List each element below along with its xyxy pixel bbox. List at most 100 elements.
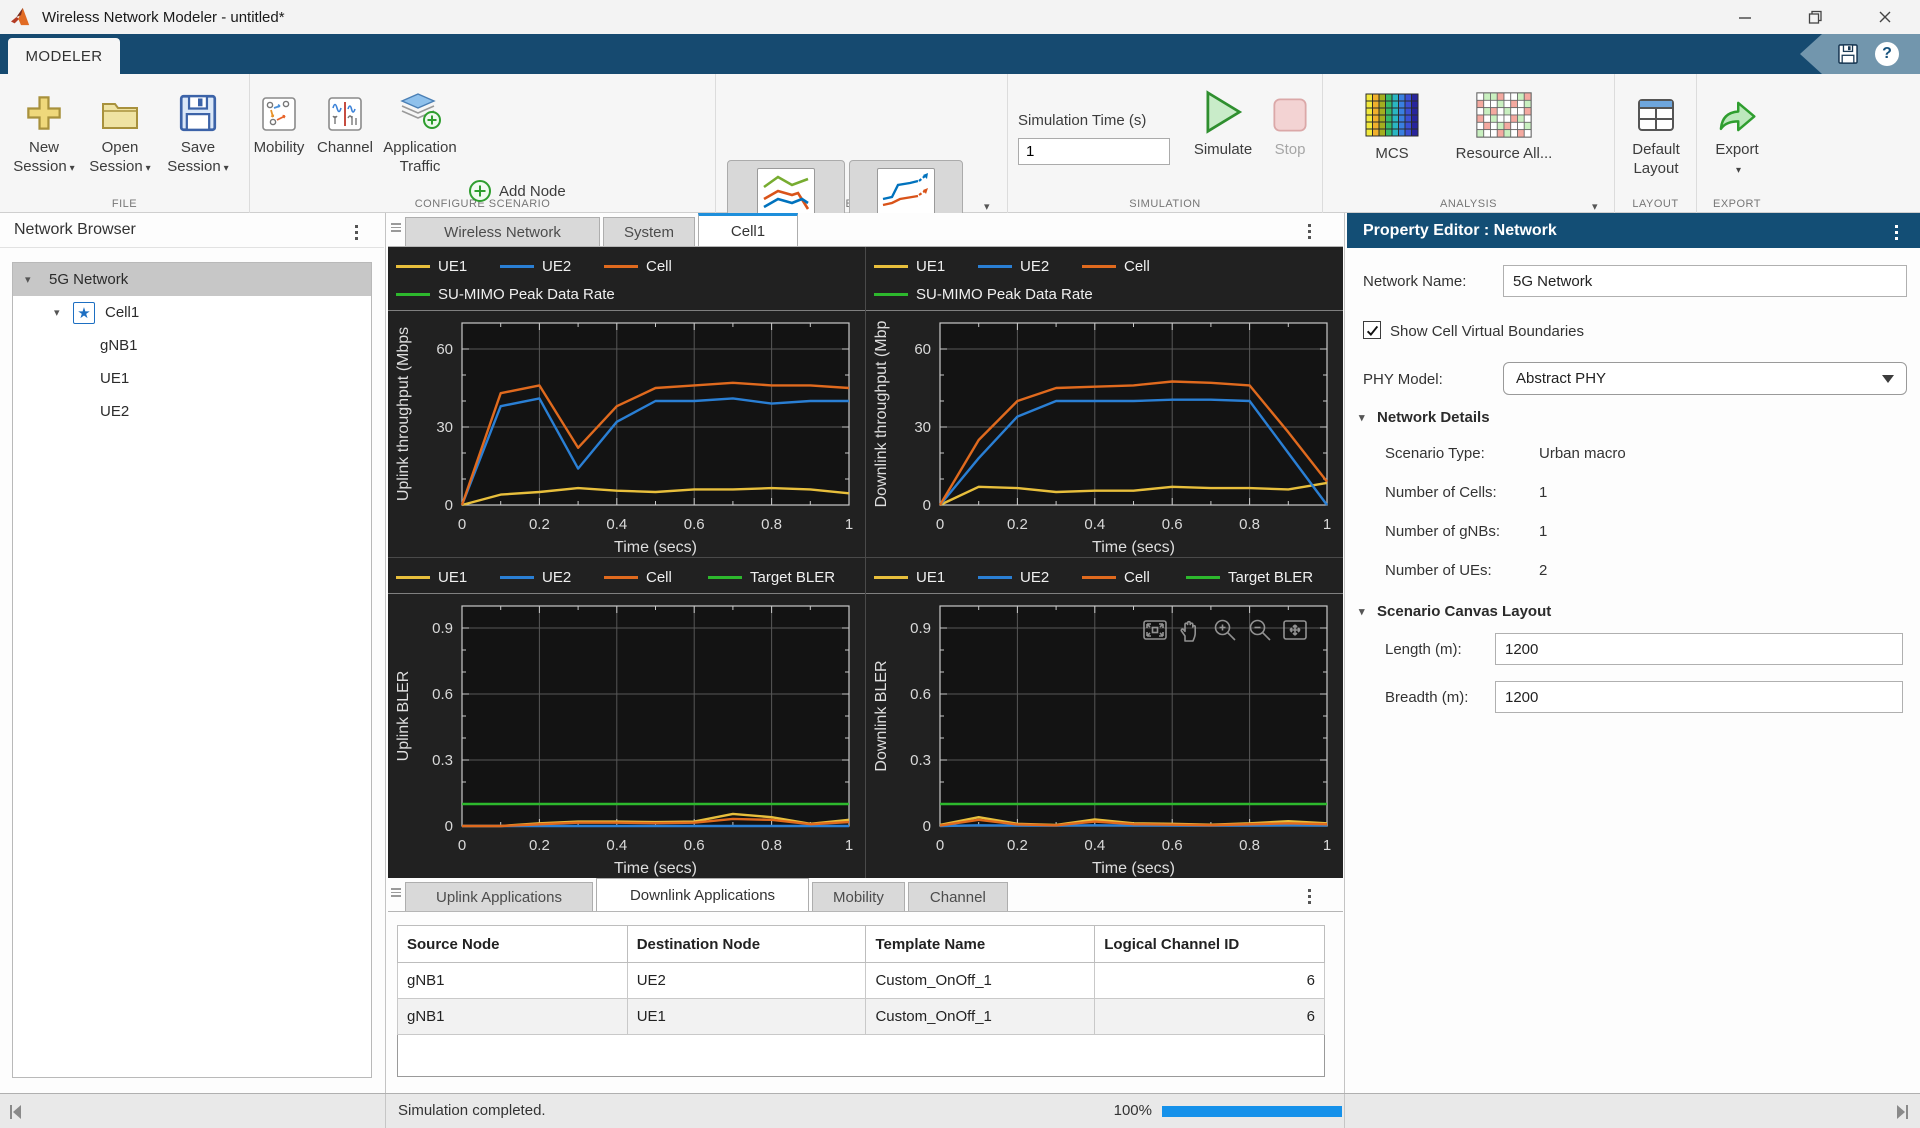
panel-splitter[interactable]: [385, 213, 386, 1093]
mcs-grid-icon: [1364, 92, 1420, 138]
chevron-down-icon: ▾: [70, 163, 75, 174]
section-scenario-canvas-layout[interactable]: ▾ Scenario Canvas Layout: [1359, 603, 1551, 620]
table-cell[interactable]: 6: [1095, 963, 1325, 999]
legend-line-sample: [874, 293, 908, 296]
svg-text:30: 30: [436, 419, 453, 436]
tree-item-ue1[interactable]: UE1: [13, 362, 371, 395]
plot-tabs-menu-icon[interactable]: [1304, 220, 1315, 243]
collapse-left-panel-icon[interactable]: [8, 1104, 24, 1120]
table-row[interactable]: gNB1UE2Custom_OnOff_16: [398, 963, 1325, 999]
legend-label: UE1: [438, 565, 467, 590]
restore-view-icon[interactable]: [1141, 616, 1169, 644]
table-cell[interactable]: UE1: [627, 999, 866, 1035]
pan-icon[interactable]: [1176, 616, 1204, 644]
table-cell[interactable]: gNB1: [398, 999, 628, 1035]
collapse-arrow-icon[interactable]: ▾: [54, 306, 68, 319]
tab-mobility[interactable]: Mobility: [812, 882, 905, 911]
plot-tab-bar: Wireless Network System Cell1: [388, 213, 1343, 247]
live-plots-gallery-dropdown-icon[interactable]: ▾: [984, 200, 990, 213]
column-header[interactable]: Source Node: [398, 926, 628, 963]
bottom-tabs-menu-icon[interactable]: [1304, 885, 1315, 908]
length-input[interactable]: [1495, 633, 1903, 665]
plot-axes-area[interactable]: 00.20.40.60.8103060Time (secs)Uplink thr…: [388, 311, 865, 557]
button-label: Simulate: [1194, 141, 1252, 158]
save-session-button[interactable]: Save Session▾: [162, 86, 234, 178]
new-session-button[interactable]: New Session ▾: [8, 86, 80, 178]
help-icon[interactable]: ?: [1875, 42, 1899, 66]
tree-item-cell1[interactable]: ▾ ★ Cell1: [13, 296, 371, 329]
table-cell[interactable]: Custom_OnOff_1: [866, 999, 1095, 1035]
resource-allocation-button[interactable]: Resource All...: [1448, 92, 1560, 163]
show-boundaries-checkbox[interactable]: [1363, 321, 1381, 339]
uplink-throughput-plot[interactable]: UE1UE2CellSU-MIMO Peak Data Rate 00.20.4…: [388, 247, 865, 557]
table-cell[interactable]: Custom_OnOff_1: [866, 963, 1095, 999]
network-name-input[interactable]: [1503, 265, 1907, 297]
application-traffic-button[interactable]: Application Traffic: [378, 86, 462, 176]
plot-axes-area[interactable]: 00.20.40.60.8100.30.60.9Time (secs)Uplin…: [388, 594, 865, 878]
table-cell[interactable]: UE2: [627, 963, 866, 999]
breadth-input[interactable]: [1495, 681, 1903, 713]
breadth-label: Breadth (m):: [1385, 689, 1468, 706]
restore-icon[interactable]: [1780, 0, 1850, 34]
tree-item-label: UE1: [100, 370, 129, 387]
svg-text:Time (secs): Time (secs): [614, 539, 697, 556]
svg-text:0.4: 0.4: [606, 837, 627, 854]
table-cell[interactable]: gNB1: [398, 963, 628, 999]
analysis-gallery-dropdown-icon[interactable]: ▾: [1592, 200, 1598, 213]
simulate-button[interactable]: Simulate: [1184, 88, 1262, 159]
tree-item-ue2[interactable]: UE2: [13, 395, 371, 428]
downlink-throughput-plot[interactable]: UE1UE2CellSU-MIMO Peak Data Rate 00.20.4…: [866, 247, 1343, 557]
phy-model-dropdown[interactable]: Abstract PHY: [1503, 362, 1907, 395]
mcs-button[interactable]: MCS: [1352, 92, 1432, 163]
tab-modeler[interactable]: MODELER: [8, 38, 120, 74]
section-network-details[interactable]: ▾ Network Details: [1359, 409, 1490, 426]
table-row[interactable]: gNB1UE1Custom_OnOff_16: [398, 999, 1325, 1035]
collapse-right-panel-icon[interactable]: [1894, 1104, 1910, 1120]
table-cell[interactable]: 6: [1095, 999, 1325, 1035]
column-header[interactable]: Logical Channel ID: [1095, 926, 1325, 963]
chevron-down-icon: ▾: [224, 163, 229, 174]
add-node-button[interactable]: Add Node: [468, 179, 566, 203]
fit-view-icon[interactable]: [1281, 616, 1309, 644]
button-label: New Session: [13, 139, 66, 175]
tab-cell1[interactable]: Cell1: [698, 213, 798, 246]
zoom-in-icon[interactable]: [1211, 616, 1239, 644]
open-session-button[interactable]: Open Session▾: [84, 86, 156, 178]
column-header[interactable]: Destination Node: [627, 926, 866, 963]
downlink-bler-plot[interactable]: UE1UE2CellTarget BLER 00.20.40.60.8100.3…: [866, 558, 1343, 878]
column-header[interactable]: Template Name: [866, 926, 1095, 963]
close-icon[interactable]: [1850, 0, 1920, 34]
tab-channel[interactable]: Channel: [908, 882, 1008, 911]
save-icon[interactable]: [1837, 43, 1859, 65]
show-boundaries-label[interactable]: Show Cell Virtual Boundaries: [1390, 323, 1584, 340]
button-label: Stop: [1275, 141, 1306, 158]
default-layout-button[interactable]: Default Layout: [1621, 88, 1691, 178]
panel-splitter[interactable]: [1344, 213, 1345, 1093]
tree-item-gnb1[interactable]: gNB1: [13, 329, 371, 362]
tab-wireless-network[interactable]: Wireless Network: [405, 217, 600, 246]
plot-axes-area[interactable]: 00.20.40.60.8103060Time (secs)Downlink t…: [866, 311, 1343, 557]
svg-text:0.4: 0.4: [1084, 837, 1105, 854]
tab-uplink-applications[interactable]: Uplink Applications: [405, 882, 593, 911]
simulation-time-input[interactable]: [1018, 138, 1170, 165]
export-button[interactable]: Export▾: [1703, 88, 1771, 180]
button-label: Application Traffic: [383, 139, 456, 175]
tab-downlink-applications[interactable]: Downlink Applications: [596, 878, 809, 911]
legend-line-sample: [396, 293, 430, 296]
drag-handle-icon[interactable]: [391, 888, 401, 897]
network-browser-menu-icon[interactable]: [351, 221, 362, 244]
zoom-out-icon[interactable]: [1246, 616, 1274, 644]
tab-system[interactable]: System: [603, 217, 695, 246]
property-editor-menu-icon[interactable]: [1891, 221, 1902, 244]
mobility-button[interactable]: Mobility: [247, 86, 311, 157]
channel-button[interactable]: Channel: [313, 86, 377, 157]
collapse-arrow-icon[interactable]: ▾: [25, 273, 39, 286]
cell-star-icon: ★: [73, 302, 95, 324]
tree-item-5g-network[interactable]: ▾ 5G Network: [13, 263, 371, 296]
plot-svg: 00.20.40.60.8103060Time (secs)Uplink thr…: [388, 311, 865, 557]
legend-label: Target BLER: [750, 565, 835, 590]
drag-handle-icon[interactable]: [391, 223, 401, 232]
uplink-bler-plot[interactable]: UE1UE2CellTarget BLER 00.20.40.60.8100.3…: [388, 558, 865, 878]
minimize-icon[interactable]: [1710, 0, 1780, 34]
status-bar: Simulation completed. 100%: [0, 1093, 1920, 1128]
